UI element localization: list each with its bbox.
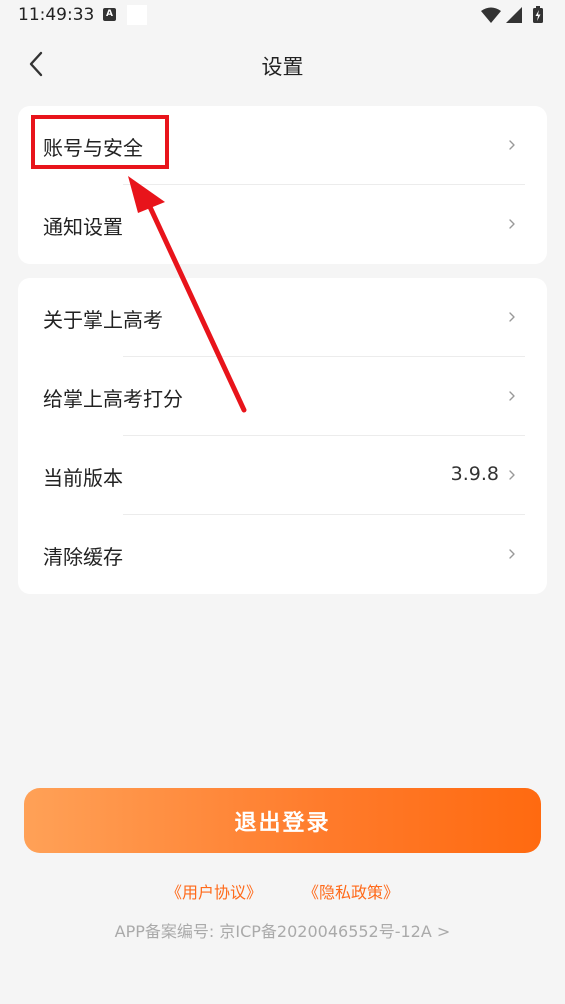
settings-item-label: 当前版本 — [43, 466, 123, 490]
settings-item-label: 清除缓存 — [43, 545, 123, 569]
annotation-highlight-box — [31, 115, 169, 169]
nav-bar: 设置 — [0, 32, 565, 98]
settings-item-label: 给掌上高考打分 — [43, 387, 183, 411]
settings-item-about[interactable]: 关于掌上高考 — [18, 278, 547, 357]
chevron-right-icon — [509, 470, 515, 480]
chevron-right-icon — [509, 219, 515, 229]
user-agreement-link[interactable]: 《用户协议》 — [166, 883, 262, 902]
version-value: 3.9.8 — [450, 463, 499, 485]
status-bar: 11:49:33 A — [0, 0, 565, 32]
signal-icon — [506, 7, 522, 23]
status-icons — [481, 6, 543, 23]
settings-group-about: 关于掌上高考 给掌上高考打分 当前版本 3.9.8 清除缓存 — [18, 278, 547, 594]
chevron-right-icon — [509, 549, 515, 559]
notification-placeholder-icon — [127, 5, 147, 25]
wifi-icon — [481, 7, 501, 23]
chevron-right-icon — [509, 140, 515, 150]
icp-record-link[interactable]: APP备案编号: 京ICP备2020046552号-12A > — [0, 918, 565, 942]
settings-item-label: 关于掌上高考 — [43, 308, 163, 332]
chevron-right-icon — [509, 391, 515, 401]
logout-button[interactable]: 退出登录 — [24, 788, 541, 853]
battery-icon — [533, 6, 543, 23]
settings-item-label: 通知设置 — [43, 215, 123, 239]
settings-item-rate[interactable]: 给掌上高考打分 — [18, 357, 547, 436]
chevron-right-icon — [509, 312, 515, 322]
settings-page: 11:49:33 A 设置 账号与安全 通知设置 关于掌上高考 给掌上高考打分 … — [0, 0, 565, 1004]
footer-links: 《用户协议》 《隐私政策》 — [0, 879, 565, 903]
settings-item-version[interactable]: 当前版本 3.9.8 — [18, 436, 547, 515]
status-time: 11:49:33 — [18, 5, 95, 25]
settings-item-notifications[interactable]: 通知设置 — [18, 185, 547, 264]
page-title: 设置 — [261, 55, 304, 79]
settings-item-clear-cache[interactable]: 清除缓存 — [18, 515, 547, 594]
privacy-policy-link[interactable]: 《隐私政策》 — [303, 883, 399, 902]
accessibility-a-icon: A — [103, 8, 116, 21]
